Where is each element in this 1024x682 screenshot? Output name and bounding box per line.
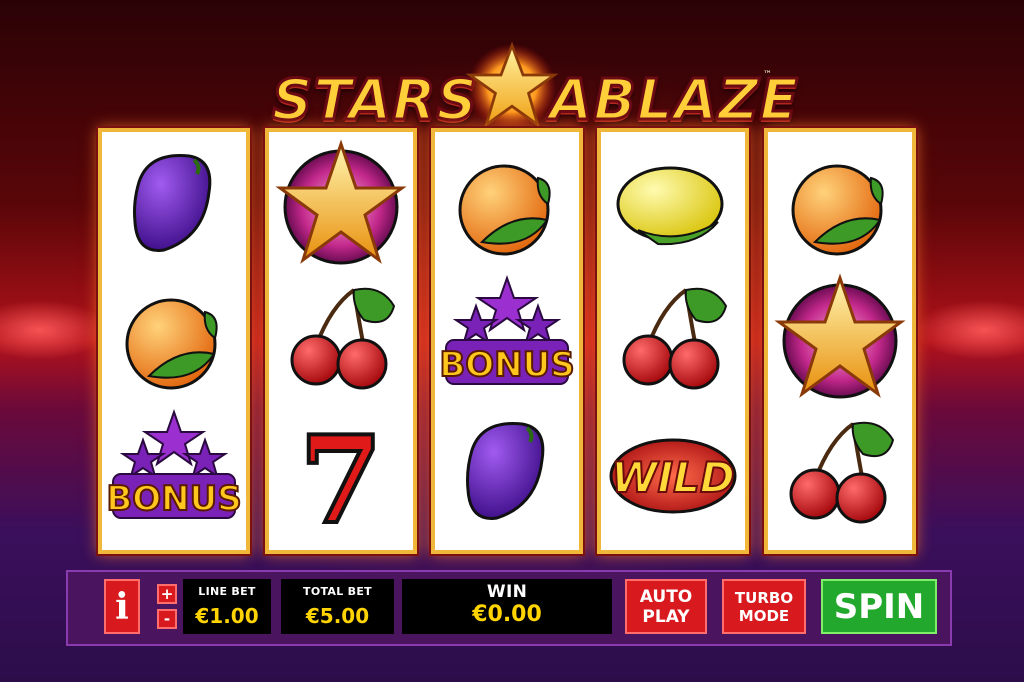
svg-text:WILD: WILD (611, 453, 735, 502)
star-symbol-icon (768, 272, 912, 410)
seven-symbol-icon: 7 (269, 406, 413, 553)
reel-4: WILD (597, 128, 749, 554)
star-symbol-icon (269, 138, 413, 276)
lemon-symbol-icon (601, 138, 745, 276)
line-bet-display: LINE BET €1.00 (183, 579, 271, 634)
reel-1: BONUS (98, 128, 250, 554)
plum-symbol-icon (102, 138, 246, 276)
win-label: WIN (486, 582, 528, 602)
spin-button[interactable]: SPIN (821, 579, 937, 634)
plum-symbol-icon (435, 406, 579, 544)
trademark-symbol: ™ (763, 70, 772, 80)
cherry-symbol-icon (269, 272, 413, 410)
svg-text:BONUS: BONUS (439, 345, 574, 385)
orange-symbol-icon (102, 272, 246, 410)
bonus-symbol-icon: BONUS (435, 272, 579, 410)
turbo-mode-button[interactable]: TURBO MODE (722, 579, 806, 634)
reel-5 (764, 128, 916, 554)
total-bet-value: €5.00 (305, 604, 370, 628)
orange-symbol-icon (768, 138, 912, 276)
orange-symbol-icon (435, 138, 579, 276)
total-bet-display: TOTAL BET €5.00 (281, 579, 394, 634)
win-value: €0.00 (472, 602, 542, 627)
svg-text:BONUS: BONUS (106, 479, 241, 519)
wild-symbol-icon: WILD (601, 406, 745, 544)
reel-3: BONUS (431, 128, 583, 554)
line-bet-increase-button[interactable]: + (157, 584, 177, 604)
auto-play-button[interactable]: AUTO PLAY (625, 579, 707, 634)
logo-word-stars: STARS (271, 67, 479, 135)
svg-text:7: 7 (299, 410, 383, 551)
reel-2: 7 (265, 128, 417, 554)
line-bet-value: €1.00 (195, 604, 259, 628)
logo-star-icon (466, 41, 558, 132)
info-button[interactable]: i (104, 579, 140, 634)
win-display: WIN €0.00 (402, 579, 612, 634)
cherry-symbol-icon (768, 406, 912, 544)
bonus-symbol-icon: BONUS (102, 406, 246, 544)
cherry-symbol-icon (601, 272, 745, 410)
line-bet-decrease-button[interactable]: - (157, 609, 177, 629)
total-bet-label: TOTAL BET (303, 585, 372, 598)
line-bet-label: LINE BET (198, 585, 256, 598)
logo-word-ablaze: ABLAZE (548, 67, 800, 135)
game-logo: STARS ABLAZE ™ (266, 40, 799, 135)
